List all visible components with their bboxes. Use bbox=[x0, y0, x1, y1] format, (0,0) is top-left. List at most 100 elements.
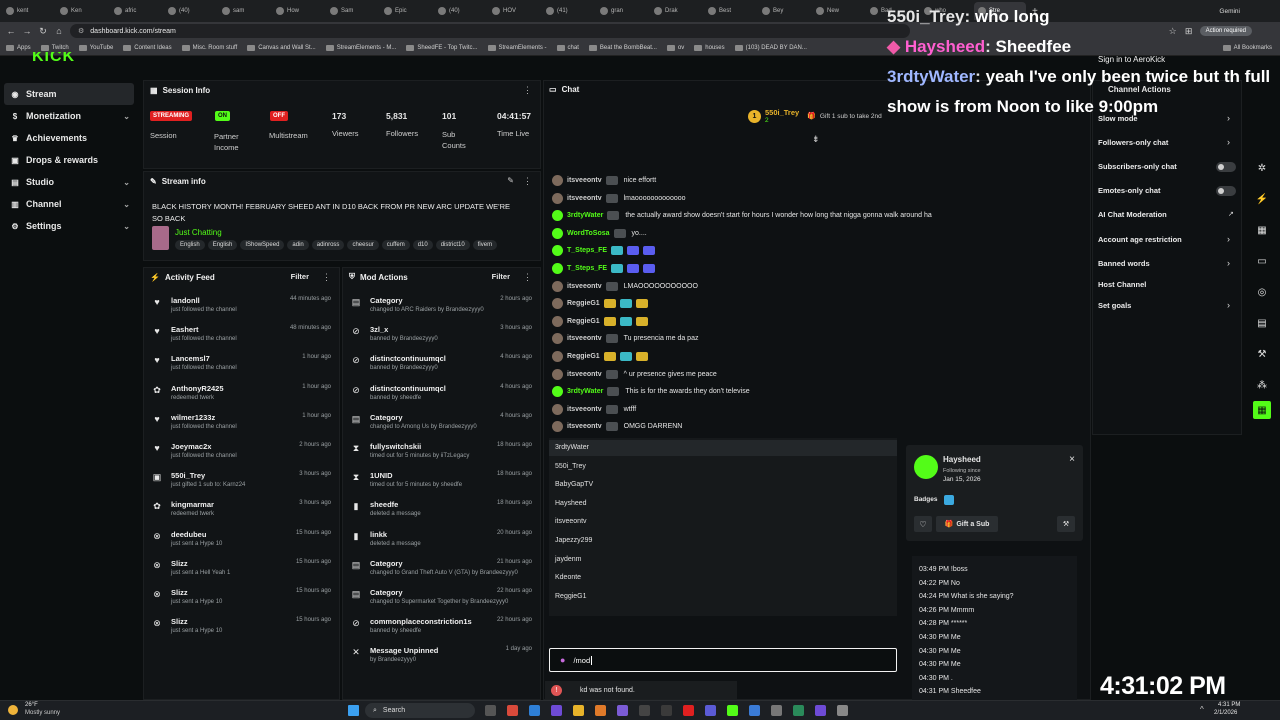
feed-row[interactable]: ⊘ commonplaceconstriction1s banned by shee… bbox=[343, 615, 540, 644]
mention-suggestion[interactable]: Kdeonte bbox=[555, 574, 581, 581]
chat-username[interactable]: ReggieG1 bbox=[567, 300, 600, 307]
mention-suggestion[interactable]: BabyGapTV bbox=[555, 481, 593, 488]
browser-tab[interactable]: gran bbox=[596, 2, 648, 20]
chat-input-box[interactable]: ● /mod bbox=[549, 648, 897, 672]
taskbar-app-icon[interactable] bbox=[727, 705, 738, 716]
chat-message[interactable]: itsveeontv nice effortt bbox=[552, 172, 656, 189]
mention-suggestion[interactable]: itsveeontv bbox=[555, 518, 587, 525]
edit-icon[interactable]: ✎ bbox=[507, 176, 514, 185]
browser-tab[interactable]: How bbox=[272, 2, 324, 20]
clipboard-icon[interactable]: ▦ bbox=[1253, 221, 1271, 239]
taskbar-app-icon[interactable] bbox=[639, 705, 650, 716]
feed-row[interactable]: ⊘ distinctcontinuumqcl banned by Brandeezy… bbox=[343, 352, 540, 381]
chat-username[interactable]: itsveeontv bbox=[567, 423, 602, 430]
chat-username[interactable]: itsveeontv bbox=[567, 406, 602, 413]
reload-icon[interactable]: ↻ bbox=[38, 26, 48, 37]
bookmark-item[interactable]: Apps bbox=[6, 44, 31, 51]
sidebar-item-drops-rewards[interactable]: ▣ Drops & rewards bbox=[0, 149, 142, 171]
chat-message[interactable]: itsveeontv ^ ur presence gives me peace bbox=[552, 366, 717, 383]
mention-suggestion[interactable]: jaydenm bbox=[555, 556, 581, 563]
feed-row[interactable]: ▮ sheedfe deleted a message 18 hours ago bbox=[343, 498, 540, 527]
feed-row-name[interactable]: sheedfe bbox=[370, 500, 398, 509]
taskbar-app-icon[interactable] bbox=[705, 705, 716, 716]
browser-tab[interactable]: HOV bbox=[488, 2, 540, 20]
chevron-right-icon[interactable]: › bbox=[1227, 258, 1230, 268]
mod-tools-button[interactable]: ⚒ bbox=[1057, 516, 1075, 532]
feed-row-name[interactable]: fullyswitchskii bbox=[370, 442, 421, 451]
browser-tab[interactable]: (40) bbox=[164, 2, 216, 20]
feed-row-name[interactable]: Slizz bbox=[171, 588, 188, 597]
taskbar-app-icon[interactable] bbox=[507, 705, 518, 716]
feed-row-name[interactable]: AnthonyR2425 bbox=[171, 384, 224, 393]
bookmark-item[interactable]: YouTube bbox=[78, 44, 113, 51]
tag-chip[interactable]: district10 bbox=[435, 240, 470, 250]
feed-row-name[interactable]: Category bbox=[370, 296, 403, 305]
mention-suggestion[interactable]: Japezzy299 bbox=[555, 537, 592, 544]
system-tray-icon[interactable]: ^ bbox=[1200, 705, 1204, 714]
taskbar-app-icon[interactable] bbox=[815, 705, 826, 716]
chat-message[interactable]: ReggieG1 bbox=[552, 313, 654, 330]
chat-message[interactable]: ReggieG1 bbox=[552, 295, 654, 312]
browser-tab[interactable]: kent bbox=[2, 2, 54, 20]
feed-row[interactable]: ⊗ deedubeu just sent a Hype 10 15 hours ago bbox=[144, 528, 339, 557]
lightning-icon[interactable]: ⚡ bbox=[1253, 190, 1271, 208]
browser-tab[interactable]: afric bbox=[110, 2, 162, 20]
chat-message[interactable]: T_Steps_FE bbox=[552, 260, 661, 277]
bookmark-item[interactable]: Misc. Room stuff bbox=[181, 44, 237, 51]
sidebar-item-monetization[interactable]: $ Monetization ⌄ bbox=[0, 105, 142, 127]
channel-action-followers-only-chat[interactable]: Followers-only chat bbox=[1098, 138, 1168, 147]
browser-tab[interactable]: Bey bbox=[758, 2, 810, 20]
mention-suggestion[interactable]: 3rdtyWater bbox=[555, 444, 589, 451]
chat-message[interactable]: ReggieG1 bbox=[552, 348, 654, 365]
chat-input-value[interactable]: /mod bbox=[573, 655, 593, 665]
tag-chip[interactable]: English bbox=[207, 240, 238, 250]
chat-username[interactable]: itsveeontv bbox=[567, 195, 602, 202]
chat-username[interactable]: ReggieG1 bbox=[567, 318, 600, 325]
feed-row[interactable]: ✿ AnthonyR2425 redeemed twerk 1 hour ago bbox=[144, 382, 339, 411]
chat-message[interactable]: 3rdtyWater the actually award show doesn'… bbox=[552, 207, 932, 224]
toggle-switch[interactable] bbox=[1216, 162, 1236, 172]
browser-tab[interactable]: (41) bbox=[542, 2, 594, 20]
channel-action-ai-chat-moderation[interactable]: AI Chat Moderation bbox=[1098, 210, 1167, 219]
channel-action-set-goals[interactable]: Set goals bbox=[1098, 301, 1131, 310]
feed-row[interactable]: ⊗ Slizz just sent a Hype 10 15 hours ago bbox=[144, 586, 339, 615]
sidebar-item-stream[interactable]: ◉ Stream bbox=[4, 83, 134, 105]
feed-row-name[interactable]: Joeymac2x bbox=[171, 442, 211, 451]
mention-suggestion[interactable]: Haysheed bbox=[555, 500, 587, 507]
document-icon[interactable]: ▤ bbox=[1253, 314, 1271, 332]
feed-row[interactable]: ▤ Category changed to Grand Theft Auto V (… bbox=[343, 557, 540, 586]
session-menu-icon[interactable]: ⋮ bbox=[523, 85, 532, 96]
chevron-right-icon[interactable]: › bbox=[1227, 137, 1230, 147]
stream-info-menu-icon[interactable]: ⋮ bbox=[523, 176, 532, 187]
browser-tab[interactable]: Ken bbox=[56, 2, 108, 20]
chat-username[interactable]: itsveeontv bbox=[567, 335, 602, 342]
chat-username[interactable]: ReggieG1 bbox=[567, 353, 600, 360]
chat-message[interactable]: itsveeontv OMGG DARRENN bbox=[552, 418, 682, 435]
feed-row[interactable]: ⧗ 1UNID timed out for 5 minutes by sheedfe… bbox=[343, 469, 540, 498]
forward-icon[interactable]: → bbox=[22, 26, 32, 36]
taskbar-app-icon[interactable] bbox=[485, 705, 496, 716]
browser-tab[interactable]: New bbox=[812, 2, 864, 20]
feed-row-name[interactable]: Category bbox=[370, 413, 403, 422]
sidebar-item-studio[interactable]: ▤ Studio ⌄ bbox=[0, 171, 142, 193]
mention-suggestion[interactable]: ReggieG1 bbox=[555, 593, 587, 600]
chat-message[interactable]: itsveeontv lmaooooooooooooo bbox=[552, 190, 686, 207]
channel-action-emotes-only-chat[interactable]: Emotes-only chat bbox=[1098, 186, 1161, 195]
follow-heart-button[interactable]: ♡ bbox=[914, 516, 932, 532]
feed-row-name[interactable]: 550i_Trey bbox=[171, 471, 205, 480]
feed-row-name[interactable]: Slizz bbox=[171, 617, 188, 626]
feed-row[interactable]: ▤ Category changed to Among Us by Brandeez… bbox=[343, 411, 540, 440]
channel-action-host-channel[interactable]: Host Channel bbox=[1098, 280, 1146, 289]
feed-row[interactable]: ✿ kingmarmar redeemed twerk 3 hours ago bbox=[144, 498, 339, 527]
tag-chip[interactable]: cheesur bbox=[347, 240, 379, 250]
chat-username[interactable]: itsveeontv bbox=[567, 177, 602, 184]
channel-action-account-age-restriction[interactable]: Account age restriction bbox=[1098, 235, 1182, 244]
gift-a-sub-button[interactable]: 🎁 Gift a Sub bbox=[936, 516, 998, 532]
feed-row-name[interactable]: Category bbox=[370, 588, 403, 597]
chat-username[interactable]: itsveeontv bbox=[567, 283, 602, 290]
chat-message[interactable]: WordToSosa yo.... bbox=[552, 225, 647, 242]
feed-row[interactable]: ▣ 550i_Trey just gifted 1 sub to: Karnz24 3… bbox=[144, 469, 339, 498]
taskbar-app-icon[interactable] bbox=[529, 705, 540, 716]
chat-message[interactable]: itsveeontv Tu presencia me da paz bbox=[552, 330, 698, 347]
sidebar-item-settings[interactable]: ⚙ Settings ⌄ bbox=[0, 215, 142, 237]
